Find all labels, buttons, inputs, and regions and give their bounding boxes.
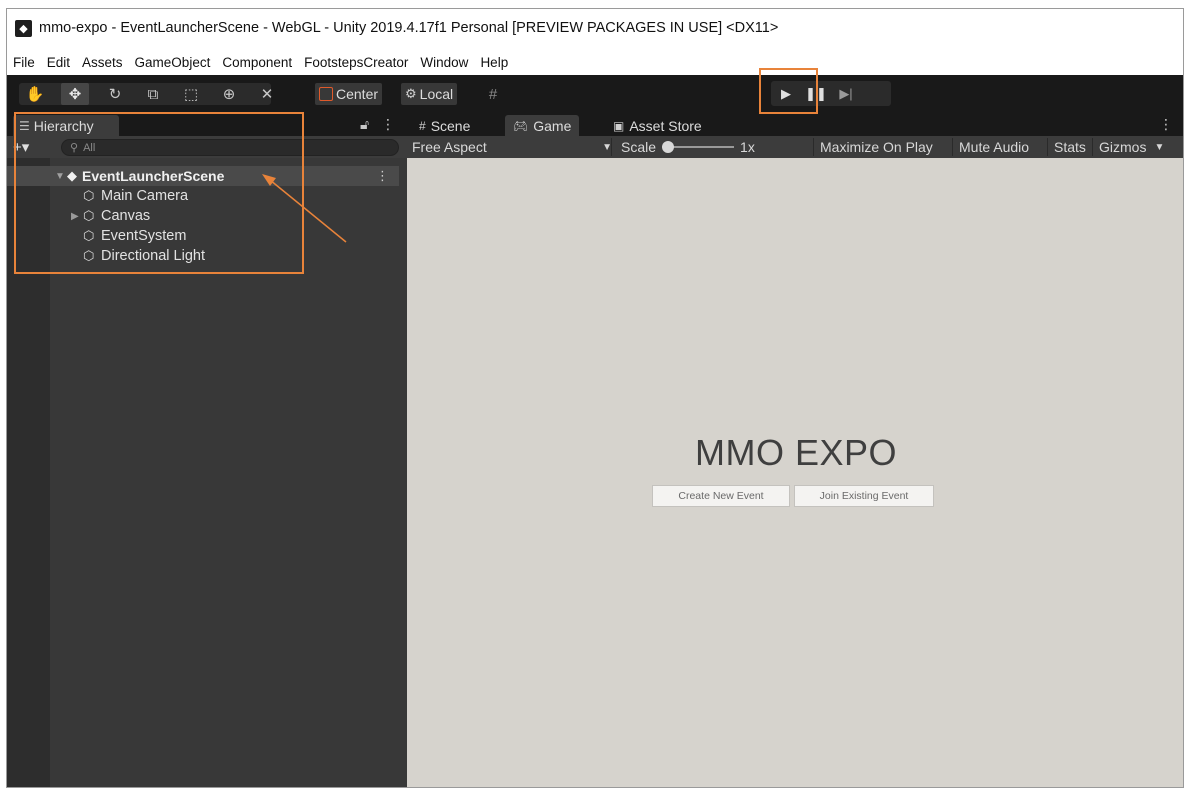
tab-asset-store-label: Asset Store xyxy=(629,117,702,134)
scale-knob[interactable] xyxy=(662,141,675,153)
game-view-controls: Free Aspect ▼ Scale 1x Maximize On Play … xyxy=(407,136,1183,158)
window-title: mmo-expo - EventLauncherScene - WebGL - … xyxy=(39,20,779,36)
menu-component[interactable]: Component xyxy=(222,55,292,70)
hand-tool-icon[interactable]: ✋ xyxy=(21,83,49,105)
menu-assets[interactable]: Assets xyxy=(82,55,123,70)
tab-game[interactable]: 🎮︎ Game xyxy=(505,115,580,136)
hierarchy-highlight-box xyxy=(14,112,304,274)
unity-logo-icon: ◆ xyxy=(15,19,32,37)
grid-snap-icon[interactable]: # xyxy=(479,83,507,105)
scale-label: Scale xyxy=(621,139,657,155)
menu-help[interactable]: Help xyxy=(480,55,508,70)
custom-tool-icon[interactable]: ✕ xyxy=(253,83,281,105)
gizmos-dropdown-icon[interactable]: ▼ xyxy=(1154,142,1164,153)
create-new-event-button[interactable]: Create New Event xyxy=(652,485,790,507)
stats-label: Stats xyxy=(1054,139,1086,155)
menu-window[interactable]: Window xyxy=(420,55,468,70)
menu-gameobject[interactable]: GameObject xyxy=(135,55,211,70)
view-tabbar: # Scene 🎮︎ Game ▣ Asset Store ⋮ xyxy=(407,112,1183,136)
tab-asset-store[interactable]: ▣ Asset Store xyxy=(605,115,710,136)
gizmos-label: Gizmos xyxy=(1099,139,1147,155)
transform-tool-icon[interactable]: ⊕ xyxy=(215,83,243,105)
title-bar: ◆ mmo-expo - EventLauncherScene - WebGL … xyxy=(7,9,1183,47)
game-view-panel: # Scene 🎮︎ Game ▣ Asset Store ⋮ Free Asp… xyxy=(407,112,1183,787)
menu-footstepscreator[interactable]: FootstepsCreator xyxy=(304,55,408,70)
tab-scene[interactable]: # Scene xyxy=(411,115,478,136)
mute-audio-toggle[interactable]: Mute Audio xyxy=(959,138,1029,156)
menu-file[interactable]: File xyxy=(13,55,35,70)
scale-tool-icon[interactable]: ⧉ xyxy=(139,83,167,105)
shopping-bag-icon: ▣ xyxy=(613,118,625,133)
kebab-menu-icon[interactable]: ⋮ xyxy=(381,116,395,132)
stats-toggle[interactable]: Stats xyxy=(1054,138,1086,156)
pivot-center-icon xyxy=(319,87,333,101)
main-toolbar: ✋ ✥ ↻ ⧉ ⬚ ⊕ ✕ Center ⚙ Local # ▶ ❚❚ ▶| xyxy=(7,75,1183,112)
menu-edit[interactable]: Edit xyxy=(47,55,70,70)
move-tool-icon[interactable]: ✥ xyxy=(61,83,89,105)
maximize-on-play-toggle[interactable]: Maximize On Play xyxy=(820,138,933,156)
view-menu-icon[interactable]: ⋮ xyxy=(1159,116,1173,133)
hierarchy-tab-tools: 🔓︎ ⋮ xyxy=(360,116,395,133)
mute-audio-label: Mute Audio xyxy=(959,139,1030,155)
play-button-highlight-box xyxy=(759,68,818,114)
scale-value: 1x xyxy=(740,139,755,155)
aspect-dropdown[interactable]: Free Aspect ▼ xyxy=(412,138,612,156)
gamepad-icon: 🎮︎ xyxy=(513,118,529,133)
rect-tool-icon[interactable]: ⬚ xyxy=(177,83,205,105)
step-icon[interactable]: ▶| xyxy=(831,83,861,105)
scale-slider[interactable]: Scale 1x xyxy=(621,138,755,156)
menu-bar: File Edit Assets GameObject Component Fo… xyxy=(7,49,1183,75)
pivot-mode-label: Center xyxy=(336,86,379,102)
pivot-space-button[interactable]: ⚙ Local xyxy=(401,83,458,105)
gizmos-toggle[interactable]: Gizmos ▼ xyxy=(1099,138,1164,156)
scale-track[interactable] xyxy=(662,141,735,153)
tab-scene-label: Scene xyxy=(430,117,471,134)
lock-icon[interactable]: 🔓︎ xyxy=(360,116,369,132)
scene-grid-icon: # xyxy=(419,118,426,133)
join-existing-event-button[interactable]: Join Existing Event xyxy=(794,485,934,507)
maximize-on-play-label: Maximize On Play xyxy=(820,139,933,155)
tab-game-label: Game xyxy=(533,117,572,134)
scene-menu-icon[interactable]: ⋮ xyxy=(376,168,389,184)
rotate-tool-icon[interactable]: ↻ xyxy=(101,83,129,105)
pivot-space-label: Local xyxy=(419,86,454,102)
local-space-icon: ⚙ xyxy=(405,86,417,101)
game-title: MMO EXPO xyxy=(694,432,898,473)
aspect-value: Free Aspect xyxy=(412,139,487,155)
pivot-mode-button[interactable]: Center xyxy=(315,83,383,105)
